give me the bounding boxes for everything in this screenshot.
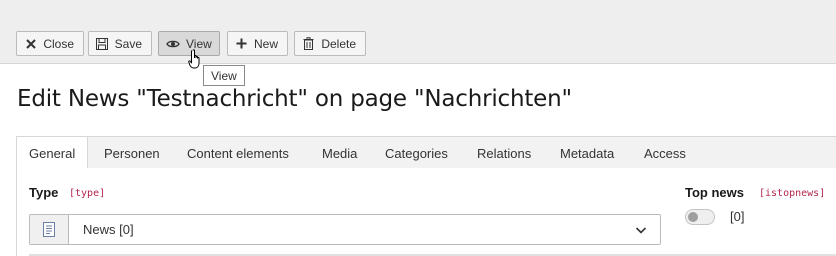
type-field-code: [type] — [69, 188, 106, 199]
page-title: Edit News "Testnachricht" on page "Nachr… — [17, 86, 572, 112]
chevron-down-icon — [635, 223, 647, 241]
delete-button[interactable]: Delete — [294, 31, 366, 56]
save-icon — [96, 37, 109, 51]
close-icon — [24, 37, 37, 51]
tab-general[interactable]: General — [17, 137, 89, 170]
type-select[interactable]: News [0] — [29, 214, 661, 245]
save-button-label: Save — [114, 36, 142, 51]
trash-icon — [302, 37, 315, 51]
tab-metadata[interactable]: Metadata — [560, 137, 614, 169]
delete-button-label: Delete — [321, 36, 356, 51]
top-news-label: Top news — [685, 185, 744, 200]
tab-media[interactable]: Media — [322, 137, 357, 169]
close-button-label: Close — [43, 36, 74, 51]
close-button[interactable]: Close — [16, 31, 84, 56]
eye-icon — [166, 37, 180, 51]
docheader-toolbar: Close Save View New Delete — [0, 0, 836, 64]
tab-personen[interactable]: Personen — [104, 137, 160, 169]
plus-icon — [235, 37, 248, 51]
type-select-value: News [0] — [83, 222, 134, 237]
top-news-toggle[interactable] — [685, 209, 715, 225]
top-news-value: [0] — [730, 209, 745, 224]
document-icon — [30, 215, 69, 244]
type-field-label: Type — [29, 185, 59, 200]
tab-access[interactable]: Access — [644, 137, 686, 169]
new-button-label: New — [253, 36, 278, 51]
new-button[interactable]: New — [227, 31, 288, 56]
tab-relations[interactable]: Relations — [477, 137, 531, 169]
top-news-code: [istopnews] — [759, 188, 826, 199]
tab-bar: General Personen Content elements Media … — [16, 136, 836, 170]
tab-categories[interactable]: Categories — [385, 137, 448, 169]
view-tooltip: View — [203, 65, 245, 86]
tab-content-elements[interactable]: Content elements — [187, 137, 289, 169]
save-button[interactable]: Save — [88, 31, 152, 56]
hand-cursor-icon — [188, 49, 204, 76]
toggle-knob — [688, 212, 698, 222]
